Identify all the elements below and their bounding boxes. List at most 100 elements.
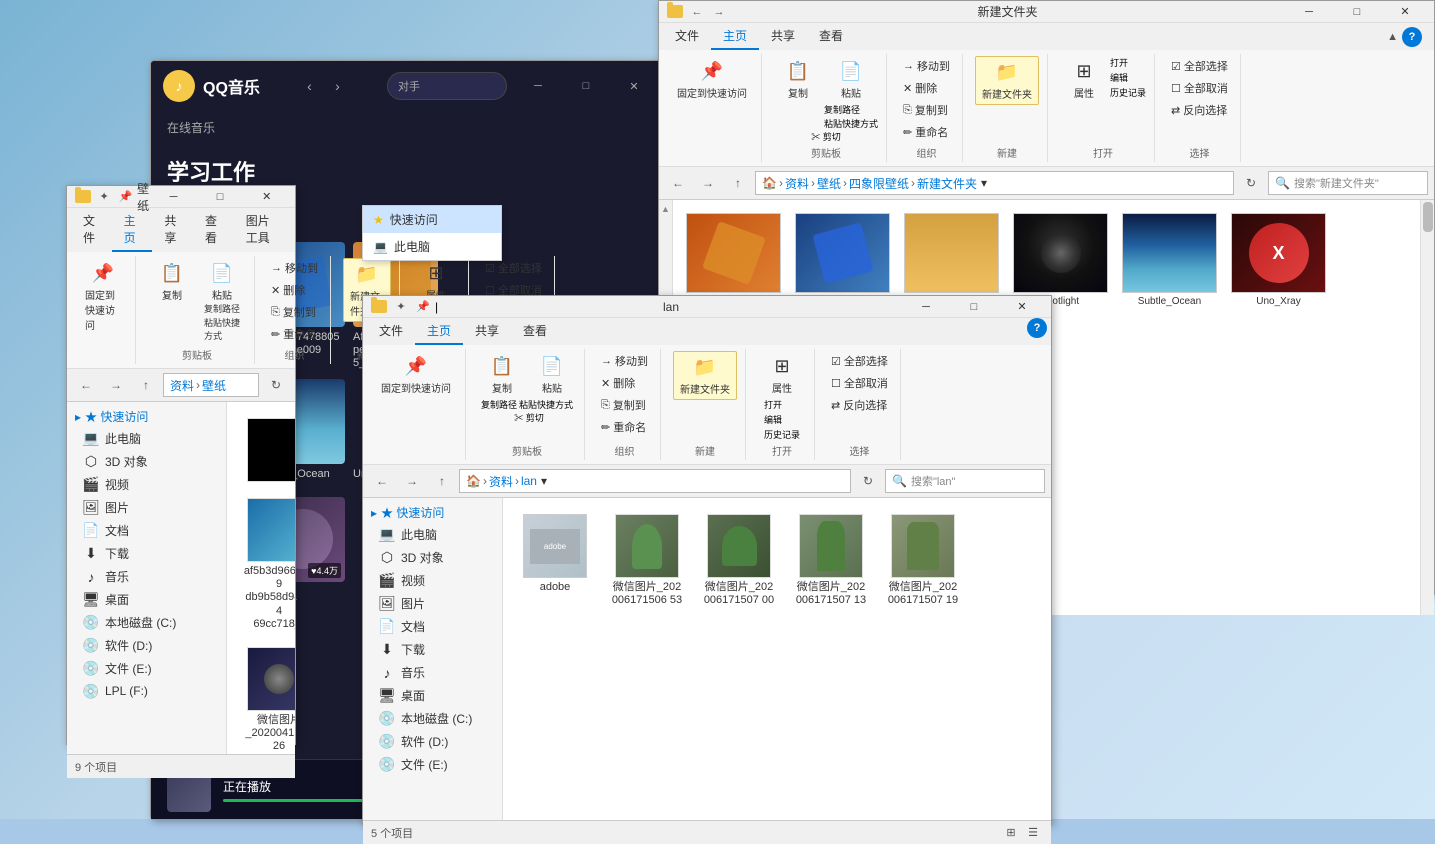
maximize-btn[interactable]: □: [563, 71, 609, 101]
tab-share-3[interactable]: 共享: [759, 23, 807, 50]
sidebar-disk-c-2[interactable]: 💿 本地磁盘 (C:): [363, 707, 502, 730]
sidebar-3d-objects[interactable]: ⬡ 3D 对象: [67, 450, 226, 473]
moveto-btn-2[interactable]: → 移动到: [597, 351, 652, 371]
forward-btn[interactable]: ›: [324, 74, 350, 98]
paste-btn[interactable]: 📄 粘贴 复制路径 粘贴快捷方式: [198, 258, 246, 345]
tab-view-3[interactable]: 查看: [807, 23, 855, 50]
tab-file-1[interactable]: 文件: [71, 208, 112, 252]
pin-btn-3[interactable]: 📌 固定到快速访问: [671, 56, 753, 103]
copy-btn-2[interactable]: 📋 复制: [478, 351, 526, 398]
tab-view-1[interactable]: 查看: [193, 208, 234, 252]
help-btn-3[interactable]: ?: [1402, 27, 1422, 47]
view-list-icon[interactable]: ☰: [1023, 823, 1043, 843]
sidebar-3d-2[interactable]: ⬡ 3D 对象: [363, 546, 502, 569]
search-box-3[interactable]: 🔍 搜索"新建文件夹": [1268, 171, 1428, 195]
back-nav-3[interactable]: ←: [665, 171, 691, 195]
sidebar-files-e[interactable]: 💿 文件 (E:): [67, 657, 226, 680]
invert-btn-2[interactable]: ⇄ 反向选择: [827, 395, 892, 415]
qa-icon-3b[interactable]: →: [709, 3, 729, 21]
view-grid-icon[interactable]: ⊞: [1001, 823, 1021, 843]
refresh-nav-2[interactable]: ↻: [855, 469, 881, 493]
dropdown-quick-access[interactable]: ★ 快速访问: [363, 206, 501, 233]
address-path-1[interactable]: 资料 › 壁纸: [163, 373, 259, 397]
moveto-btn[interactable]: → 移动到: [267, 258, 322, 278]
scroll-up-3[interactable]: ▲: [659, 200, 672, 218]
minimize-btn-3[interactable]: ─: [1286, 0, 1332, 27]
new-folder-btn-3[interactable]: 📁 新建文件夹: [975, 56, 1039, 105]
delete-btn[interactable]: ✕ 删除: [267, 280, 322, 300]
grid-item-uno[interactable]: X Uno_Xray: [1226, 208, 1331, 325]
file-item-planet[interactable]: 微信图片_202004151226: [239, 643, 295, 754]
sidebar-qa-header-2[interactable]: ▸ ★ 快速访问: [363, 502, 502, 523]
qa-pin-icon[interactable]: 📌: [116, 188, 135, 206]
tab-home-3[interactable]: 主页: [711, 23, 759, 50]
copy-btn-3[interactable]: 📋 复制: [774, 56, 822, 130]
deselect-btn-2[interactable]: ☐ 全部取消: [827, 373, 892, 393]
pin-btn[interactable]: 📌 固定到快速访问: [79, 258, 127, 335]
minimize-btn-1[interactable]: ─: [151, 182, 196, 212]
sidebar-music[interactable]: ♪ 音乐: [67, 565, 226, 588]
sidebar-local-disk-c[interactable]: 💿 本地磁盘 (C:): [67, 611, 226, 634]
file-wechat2[interactable]: 微信图片_202006171507 00: [699, 510, 779, 611]
copyto-btn-2[interactable]: ⎘ 复制到: [597, 395, 652, 415]
minimize-btn[interactable]: ─: [515, 71, 561, 101]
sidebar-documents[interactable]: 📄 文档: [67, 519, 226, 542]
tab-home-2[interactable]: 主页: [415, 318, 463, 345]
online-music-nav[interactable]: 在线音乐: [167, 119, 215, 136]
tab-file-2[interactable]: 文件: [367, 318, 415, 345]
copyto-btn-3[interactable]: ⎘ 复制到: [899, 100, 954, 120]
refresh-nav-1[interactable]: ↻: [263, 373, 289, 397]
tab-share-2[interactable]: 共享: [463, 318, 511, 345]
file-wechat1[interactable]: 微信图片_202006171506 53: [607, 510, 687, 611]
up-nav-2[interactable]: ↑: [429, 469, 455, 493]
up-nav-1[interactable]: ↑: [133, 373, 159, 397]
collapse-ribbon-icon[interactable]: ▲: [1387, 31, 1398, 43]
tab-picture-1[interactable]: 图片工具: [234, 208, 291, 252]
rename-btn-3[interactable]: ✏ 重命名: [899, 122, 954, 142]
file-item-ocean[interactable]: af5b3d9669d09db9b58d9897469cc718_r: [239, 494, 295, 635]
tab-view-2[interactable]: 查看: [511, 318, 559, 345]
selectall-btn[interactable]: ☑ 全部选择: [481, 258, 546, 278]
sidebar-dl-2[interactable]: ⬇ 下载: [363, 638, 502, 661]
sidebar-video-2[interactable]: 🎬 视频: [363, 569, 502, 592]
sidebar-downloads[interactable]: ⬇ 下载: [67, 542, 226, 565]
dropdown-this-pc[interactable]: 💻 此电脑: [363, 233, 501, 260]
tab-file-3[interactable]: 文件: [663, 23, 711, 50]
close-btn-1[interactable]: ✕: [244, 182, 289, 212]
maximize-btn-2[interactable]: □: [951, 292, 997, 322]
path-dropdown-3[interactable]: ▾: [981, 176, 987, 190]
address-path-3[interactable]: 🏠 › 资料 › 壁纸 › 四象限壁纸 › 新建文件夹 ▾: [755, 171, 1234, 195]
selectall-btn-2[interactable]: ☑ 全部选择: [827, 351, 892, 371]
sidebar-quick-access-header[interactable]: ▸ ★ 快速访问: [67, 406, 226, 427]
back-btn[interactable]: ‹: [296, 74, 322, 98]
tab-share-1[interactable]: 共享: [152, 208, 193, 252]
sidebar-music-2[interactable]: ♪ 音乐: [363, 661, 502, 684]
new-folder-btn-2[interactable]: 📁 新建文件夹: [673, 351, 737, 400]
sidebar-docs-2[interactable]: 📄 文档: [363, 615, 502, 638]
sidebar-disk-d-2[interactable]: 💿 软件 (D:): [363, 730, 502, 753]
copyto-btn[interactable]: ⎘ 复制到: [267, 302, 322, 322]
maximize-btn-1[interactable]: □: [198, 182, 243, 212]
search-box-2[interactable]: 🔍 搜索"lan": [885, 469, 1045, 493]
back-nav-1[interactable]: ←: [73, 373, 99, 397]
maximize-btn-3[interactable]: □: [1334, 0, 1380, 27]
close-btn[interactable]: ✕: [611, 71, 657, 101]
qa-icon-3a[interactable]: ←: [687, 3, 707, 21]
qa-pin-icon-2[interactable]: 📌: [413, 298, 433, 316]
rename-btn-2[interactable]: ✏ 重命名: [597, 417, 652, 437]
up-nav-3[interactable]: ↑: [725, 171, 751, 195]
sidebar-this-pc-2[interactable]: 💻 此电脑: [363, 523, 502, 546]
properties-btn-3[interactable]: ⊞ 属性: [1060, 56, 1108, 103]
grid-item-ocean[interactable]: Subtle_Ocean: [1117, 208, 1222, 325]
help-btn-2[interactable]: ?: [1027, 318, 1047, 338]
sidebar-software-d[interactable]: 💿 软件 (D:): [67, 634, 226, 657]
sidebar-pictures[interactable]: 🖼 图片: [67, 496, 226, 519]
file-wechat4[interactable]: 微信图片_202006171507 19: [883, 510, 963, 611]
selectall-btn-3[interactable]: ☑ 全部选择: [1167, 56, 1232, 76]
file-item-black[interactable]: [239, 414, 295, 486]
properties-btn-2[interactable]: ⊞ 属性: [758, 351, 806, 398]
invert-btn-3[interactable]: ⇄ 反向选择: [1167, 100, 1232, 120]
forward-nav-3[interactable]: →: [695, 171, 721, 195]
close-btn-2[interactable]: ✕: [999, 292, 1045, 322]
file-adobe[interactable]: adobe adobe: [515, 510, 595, 598]
